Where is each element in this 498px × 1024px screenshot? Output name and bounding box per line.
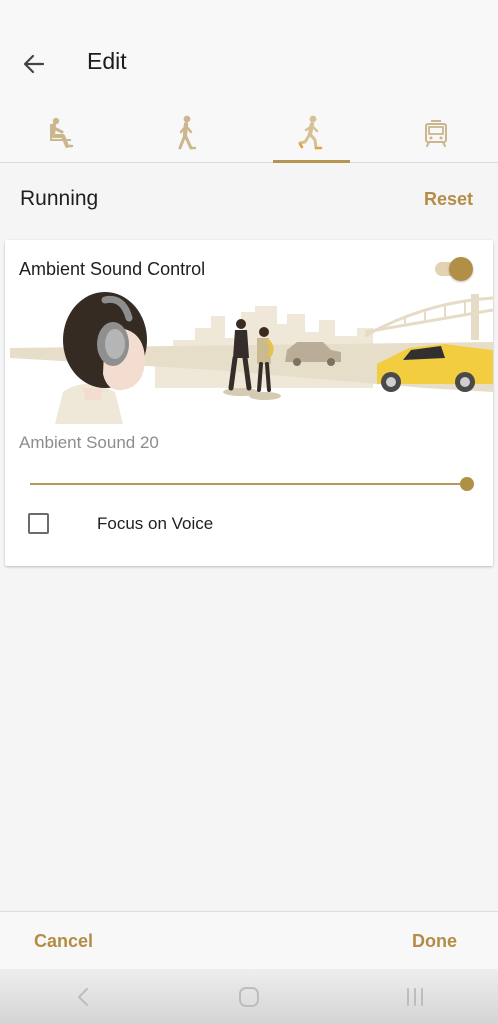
walking-person-icon [178,115,196,150]
cancel-button[interactable]: Cancel [34,931,93,952]
train-icon [424,120,447,147]
system-home-button[interactable] [219,977,279,1017]
selected-tab-indicator [273,160,350,163]
system-navigation-bar [0,969,498,1024]
nav-back-icon [78,987,88,1006]
sitting-person-icon [50,117,74,148]
done-button[interactable]: Done [412,931,457,952]
slider-thumb[interactable] [460,477,474,491]
ambient-sound-illustration [10,292,493,424]
tab-walking[interactable] [125,104,250,162]
ambient-sound-level-label: Ambient Sound 20 [19,433,159,452]
system-back-button[interactable] [53,977,113,1017]
app-bar: Edit [0,0,498,104]
ambient-sound-toggle[interactable] [435,257,473,281]
toggle-thumb [449,257,473,281]
ambient-sound-control-label: Ambient Sound Control [19,259,206,279]
ambient-sound-slider[interactable] [30,474,475,494]
page-title: Edit [87,48,127,74]
arrow-left-icon [23,54,45,74]
tab-transit[interactable] [374,104,498,162]
nav-recents-icon [407,987,423,1006]
activity-tabs [0,104,498,163]
back-button[interactable] [14,44,54,84]
section-title: Running [20,187,99,210]
tab-sitting[interactable] [0,104,125,162]
focus-on-voice-checkbox[interactable] [28,513,49,534]
nav-home-icon [239,986,259,1007]
bottom-action-bar: Cancel Done [0,911,498,970]
system-recents-button[interactable] [385,977,445,1017]
ambient-sound-card: Ambient Sound Control Ambient Sound 20 F… [5,240,493,566]
running-person-icon [298,115,323,150]
focus-on-voice-label: Focus on Voice [97,514,214,533]
slider-track [30,483,468,485]
reset-button[interactable]: Reset [424,189,473,210]
tab-running[interactable] [249,104,374,163]
app-screen: Edit Running Reset Ambient Sound Control… [0,0,498,1024]
